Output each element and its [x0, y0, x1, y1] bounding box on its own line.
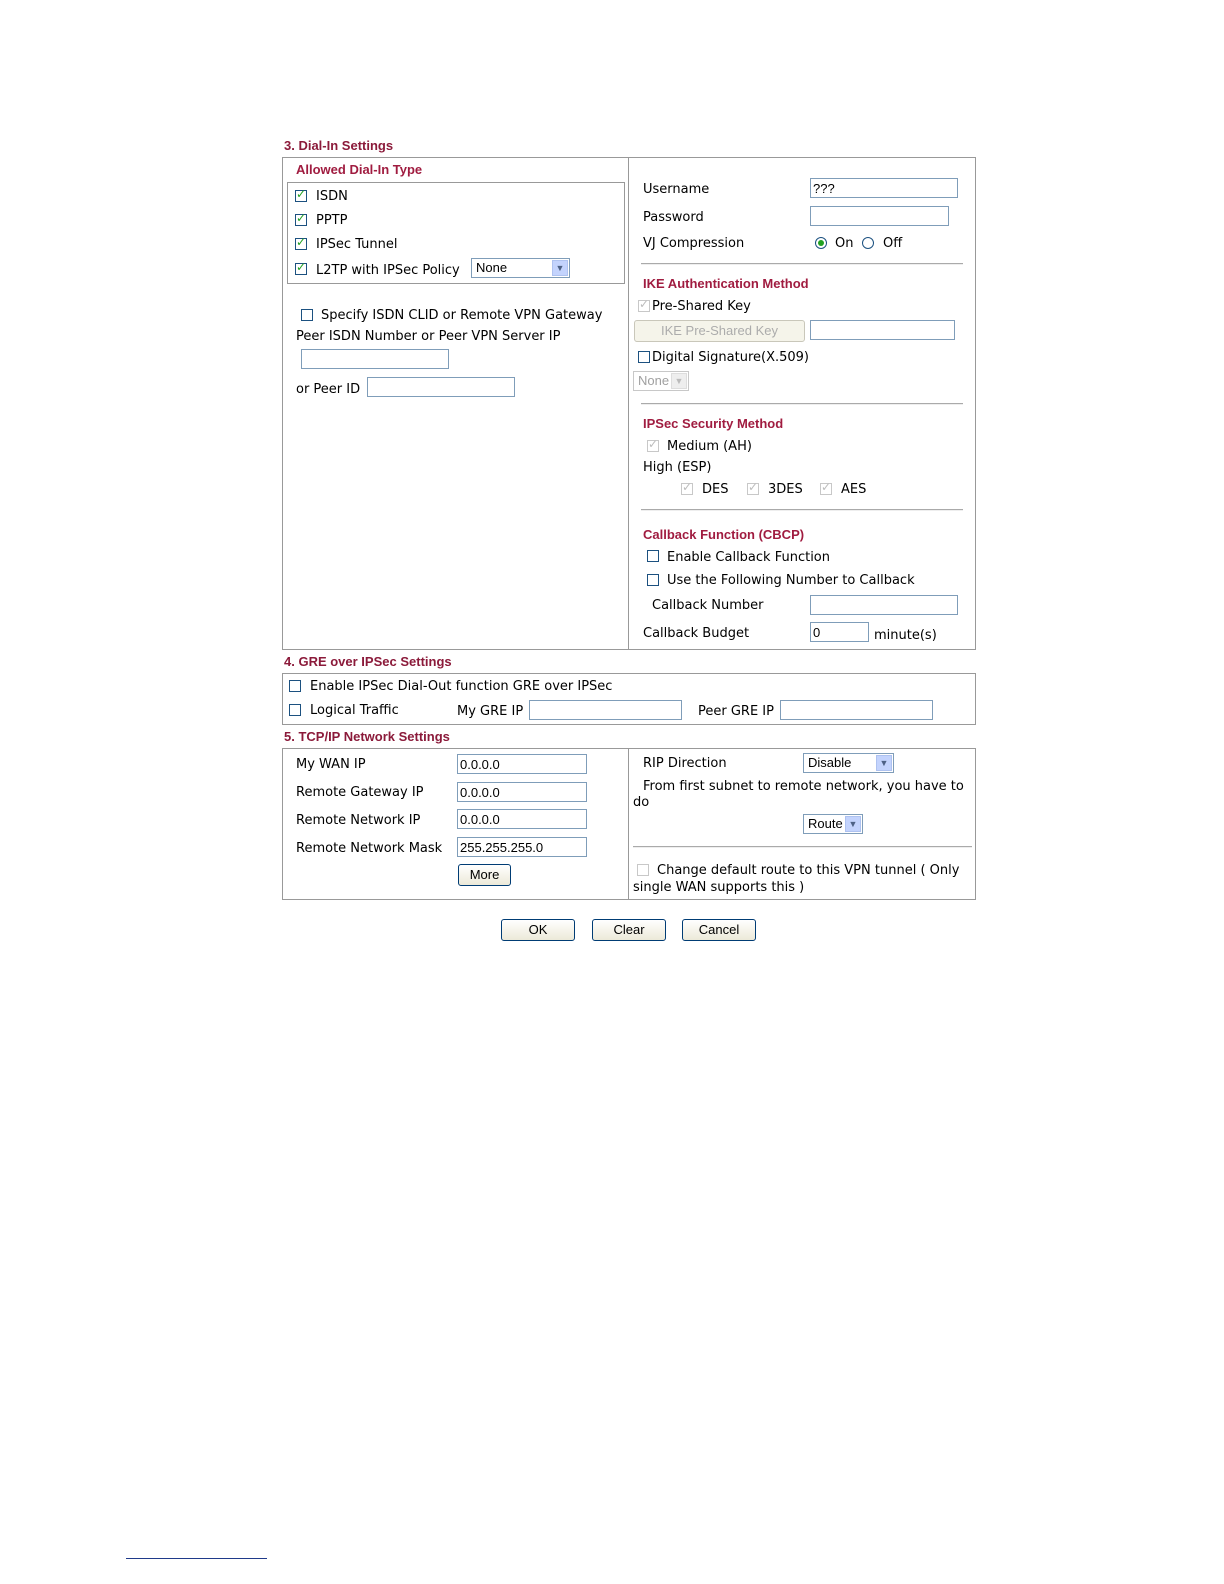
divider: [641, 403, 963, 405]
medium-ah-checkbox[interactable]: [647, 437, 659, 452]
username-input[interactable]: [810, 178, 958, 198]
ipsec-tunnel-checkbox[interactable]: [295, 235, 307, 250]
peer-id-input[interactable]: [367, 377, 515, 397]
ipsec-tunnel-label: IPSec Tunnel: [316, 237, 398, 252]
remote-gateway-ip-label: Remote Gateway IP: [296, 785, 424, 800]
medium-ah-label: Medium (AH): [667, 439, 752, 454]
ike-pre-shared-key-input[interactable]: [810, 320, 955, 340]
remote-gateway-ip-input[interactable]: [457, 782, 587, 802]
cancel-button[interactable]: Cancel: [682, 919, 756, 941]
enable-gre-checkbox[interactable]: [289, 680, 301, 692]
logical-traffic-label: Logical Traffic: [310, 703, 399, 718]
specify-clid-label: Specify ISDN CLID or Remote VPN Gateway: [321, 308, 603, 323]
my-gre-ip-input[interactable]: [529, 700, 682, 720]
pptp-label: PPTP: [316, 213, 348, 228]
use-number-checkbox[interactable]: [647, 574, 659, 586]
chevron-down-icon: ▼: [671, 373, 687, 389]
remote-network-mask-label: Remote Network Mask: [296, 841, 443, 856]
chevron-down-icon: ▼: [845, 816, 861, 832]
pre-shared-key-checkbox[interactable]: [638, 297, 650, 312]
dialin-divider: [628, 157, 629, 650]
pptp-checkbox[interactable]: [295, 211, 307, 226]
3des-checkbox[interactable]: [747, 480, 759, 495]
peer-gre-ip-input[interactable]: [780, 700, 933, 720]
change-default-route-checkbox[interactable]: [637, 864, 649, 876]
aes-checkbox[interactable]: [820, 480, 832, 495]
clear-button[interactable]: Clear: [592, 919, 666, 941]
divider: [641, 263, 963, 265]
vj-off-radio[interactable]: [862, 237, 874, 249]
digital-signature-select[interactable]: None ▼: [633, 371, 689, 391]
pre-shared-key-label: Pre-Shared Key: [652, 299, 751, 314]
callback-budget-unit: minute(s): [874, 628, 937, 643]
change-default-route-text-cont: single WAN supports this ): [633, 880, 805, 895]
chevron-down-icon: ▼: [552, 260, 568, 276]
ike-auth-title: IKE Authentication Method: [643, 276, 809, 291]
peer-isdn-label: Peer ISDN Number or Peer VPN Server IP: [296, 329, 561, 344]
callback-title: Callback Function (CBCP): [643, 527, 805, 542]
allowed-dialin-title: Allowed Dial-In Type: [296, 162, 423, 177]
peer-gre-ip-label: Peer GRE IP: [698, 704, 774, 719]
remote-network-ip-label: Remote Network IP: [296, 813, 421, 828]
vj-on-label: On: [835, 236, 854, 251]
peer-id-label: or Peer ID: [296, 382, 361, 397]
tcpip-section-title: 5. TCP/IP Network Settings: [284, 729, 450, 744]
from-subnet-text-cont: do: [633, 795, 650, 810]
high-esp-label: High (ESP): [643, 460, 712, 475]
isdn-label: ISDN: [316, 189, 348, 204]
l2tp-label: L2TP with IPSec Policy: [316, 263, 460, 278]
l2tp-policy-value: None: [476, 260, 508, 275]
chevron-down-icon: ▼: [876, 755, 892, 771]
tcpip-divider: [628, 748, 629, 900]
footnote-separator: [126, 1558, 267, 1559]
digital-signature-checkbox[interactable]: [638, 351, 650, 363]
username-label: Username: [643, 182, 710, 197]
my-wan-ip-label: My WAN IP: [296, 757, 366, 772]
route-mode-select[interactable]: Route ▼: [803, 814, 863, 834]
password-input[interactable]: [810, 206, 949, 226]
my-gre-ip-label: My GRE IP: [457, 704, 524, 719]
more-button[interactable]: More: [458, 864, 511, 886]
callback-number-input[interactable]: [810, 595, 958, 615]
vj-compression-label: VJ Compression: [643, 236, 745, 251]
enable-callback-checkbox[interactable]: [647, 550, 659, 562]
digital-signature-value: None: [638, 373, 670, 388]
rip-direction-label: RIP Direction: [643, 756, 727, 771]
route-mode-value: Route: [808, 816, 843, 831]
enable-gre-label: Enable IPSec Dial-Out function GRE over …: [310, 679, 613, 694]
change-default-route-text: Change default route to this VPN tunnel …: [657, 863, 960, 878]
3des-label: 3DES: [768, 482, 803, 497]
rip-direction-value: Disable: [808, 755, 852, 770]
ike-pre-shared-key-button[interactable]: IKE Pre-Shared Key: [634, 320, 805, 342]
callback-number-label: Callback Number: [652, 598, 764, 613]
digital-signature-label: Digital Signature(X.509): [652, 350, 810, 365]
isdn-checkbox[interactable]: [295, 187, 307, 202]
vj-on-radio[interactable]: [815, 237, 827, 249]
aes-label: AES: [841, 482, 867, 497]
divider: [641, 509, 963, 511]
password-label: Password: [643, 210, 704, 225]
callback-budget-label: Callback Budget: [643, 626, 750, 641]
my-wan-ip-input[interactable]: [457, 754, 587, 774]
peer-isdn-input[interactable]: [301, 349, 449, 369]
logical-traffic-checkbox[interactable]: [289, 704, 301, 716]
l2tp-checkbox[interactable]: [295, 260, 307, 275]
vj-off-label: Off: [883, 236, 903, 251]
rip-direction-select[interactable]: Disable ▼: [803, 753, 894, 773]
specify-clid-checkbox[interactable]: [301, 309, 313, 321]
remote-network-ip-input[interactable]: [457, 809, 587, 829]
ipsec-security-title: IPSec Security Method: [643, 416, 784, 431]
ok-button[interactable]: OK: [501, 919, 575, 941]
enable-callback-label: Enable Callback Function: [667, 550, 831, 565]
dialin-section-title: 3. Dial-In Settings: [284, 138, 394, 153]
from-subnet-text: From first subnet to remote network, you…: [643, 779, 964, 794]
l2tp-policy-select[interactable]: None ▼: [471, 258, 570, 278]
use-number-label: Use the Following Number to Callback: [667, 573, 915, 588]
des-label: DES: [702, 482, 729, 497]
divider: [633, 846, 972, 848]
callback-budget-input[interactable]: [810, 622, 869, 642]
gre-section-title: 4. GRE over IPSec Settings: [284, 654, 452, 669]
remote-network-mask-input[interactable]: [457, 837, 587, 857]
des-checkbox[interactable]: [681, 480, 693, 495]
